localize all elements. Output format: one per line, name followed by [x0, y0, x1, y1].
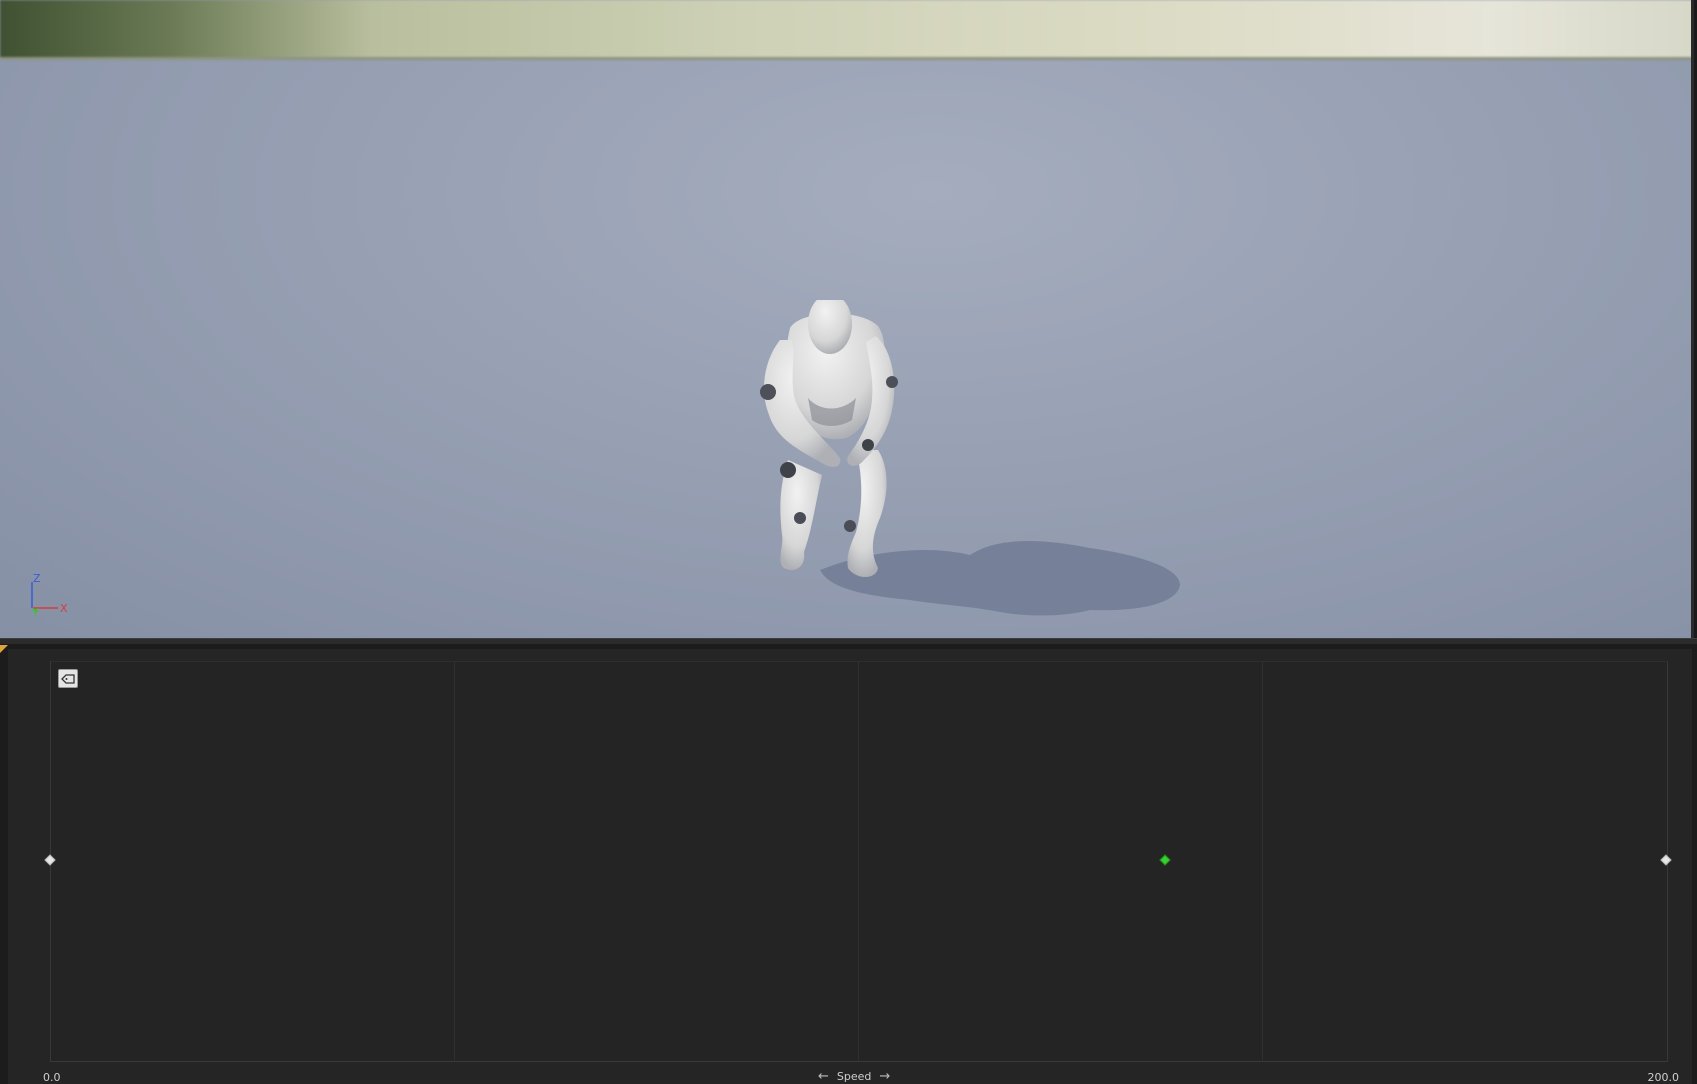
axis-y-label: Y	[31, 606, 39, 616]
panel-corner-marker	[0, 645, 8, 653]
axis-gizmo: Z X Y	[31, 574, 68, 616]
viewport-edge	[1691, 0, 1694, 638]
tag-icon	[61, 673, 75, 684]
viewport[interactable]: Z X Y	[0, 0, 1694, 638]
grid-line	[1262, 661, 1263, 1060]
tag-icon-button[interactable]	[58, 669, 78, 688]
axis-min-value: 0.0	[43, 1071, 61, 1084]
right-arrow-icon: →	[879, 1069, 891, 1084]
axis-x-label: X	[60, 602, 68, 615]
left-arrow-icon: ←	[818, 1069, 829, 1084]
blendspace-grid[interactable]	[50, 661, 1668, 1062]
grid-line	[858, 661, 859, 1060]
sky-backdrop	[0, 0, 1694, 60]
mannequin-character	[760, 300, 1180, 616]
axis-name-group: ← Speed →	[818, 1069, 890, 1084]
axis-max-value: 200.0	[1647, 1071, 1680, 1084]
axis-name-label: Speed	[836, 1070, 872, 1083]
axis-z-label: Z	[33, 574, 41, 585]
grid-line	[454, 661, 455, 1060]
